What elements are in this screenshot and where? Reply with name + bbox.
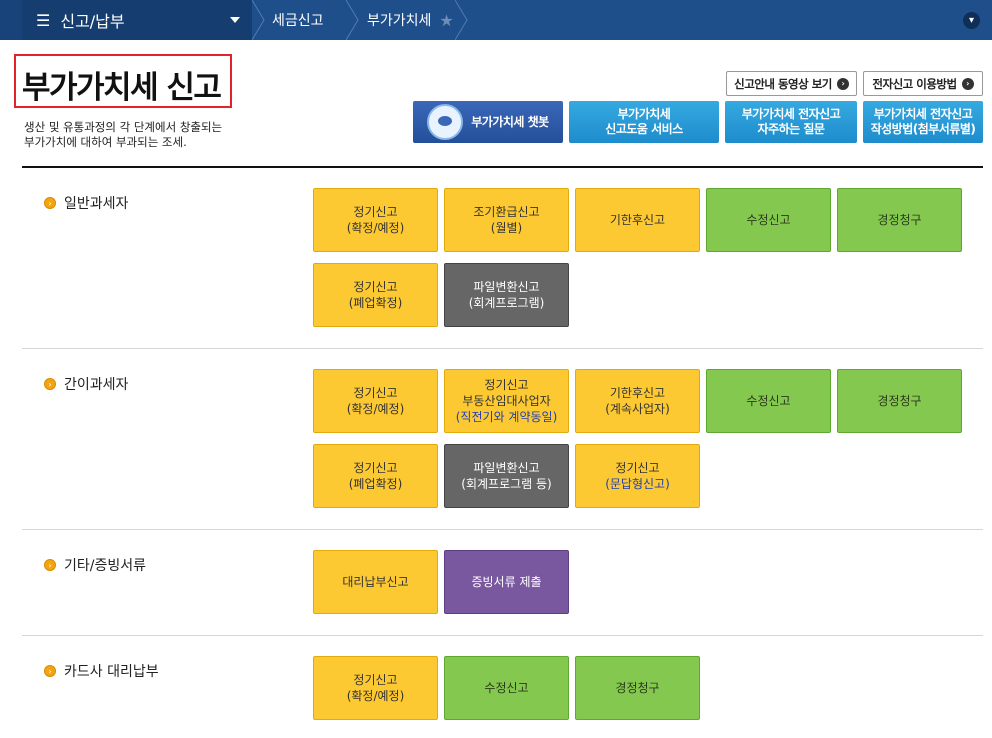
tile-correction-claim[interactable]: 경정청구 [837, 188, 962, 252]
section-label-text: 일반과세자 [64, 196, 129, 212]
section-label-text: 간이과세자 [64, 377, 129, 393]
tile-highlight-text: (문답형신고) [605, 477, 670, 491]
tile-qa-filing[interactable]: 정기신고 (문답형신고) [575, 444, 700, 508]
tile-real-estate-lessor[interactable]: 정기신고 부동산임대사업자 (직전기와 계약동일) [444, 369, 569, 433]
tile-regular-filing[interactable]: 정기신고 (확정/예정) [313, 369, 438, 433]
section-divider [22, 635, 983, 636]
efile-howto-label: 전자신고 이용방법 [872, 76, 957, 91]
caret-down-icon [230, 17, 240, 23]
tile-correction-claim[interactable]: 경정청구 [575, 656, 700, 720]
tile-regular-filing[interactable]: 정기신고 (확정/예정) [313, 188, 438, 252]
vat-chatbot-button[interactable]: 부가가치세 챗봇 [413, 101, 563, 143]
breadcrumb-separator [346, 0, 359, 40]
section-label-other-docs: › 기타/증빙서류 [44, 555, 146, 575]
tile-text: 정기신고 부동산임대사업자 [462, 378, 551, 408]
tile-late-filing[interactable]: 기한후신고 (계속사업자) [575, 369, 700, 433]
efile-howto-button[interactable]: 전자신고 이용방법 › [863, 71, 983, 96]
section-label-card-proxy: › 카드사 대리납부 [44, 661, 159, 681]
chevron-right-icon: › [961, 77, 974, 90]
tile-amended-return[interactable]: 수정신고 [706, 369, 831, 433]
section-label-text: 기타/증빙서류 [64, 558, 146, 574]
tile-regular-filing[interactable]: 정기신고 (확정/예정) [313, 656, 438, 720]
section-divider-top [22, 166, 983, 168]
video-guide-button[interactable]: 신고안내 동영상 보기 › [726, 71, 857, 96]
tile-amended-return[interactable]: 수정신고 [706, 188, 831, 252]
vat-chatbot-label: 부가가치세 챗봇 [471, 114, 549, 129]
tile-late-filing[interactable]: 기한후신고 [575, 188, 700, 252]
section-label-general: › 일반과세자 [44, 193, 128, 213]
faq-button[interactable]: 부가가치세 전자신고 자주하는 질문 [725, 101, 857, 143]
chevron-down-icon[interactable]: ▾ [963, 12, 980, 29]
breadcrumb-separator [252, 0, 265, 40]
hamburger-icon: ☰ [36, 10, 51, 30]
chatbot-icon [427, 104, 464, 140]
bullet-arrow-icon: › [44, 559, 56, 571]
menu-dropdown-label: 신고/납부 [60, 12, 125, 31]
bullet-arrow-icon: › [44, 197, 56, 209]
tile-amended-return[interactable]: 수정신고 [444, 656, 569, 720]
tile-highlight-text: (직전기와 계약동일) [455, 410, 558, 424]
tile-closure-filing[interactable]: 정기신고 (폐업확정) [313, 263, 438, 327]
breadcrumb-item-vat[interactable]: 부가가치세 ★ [367, 0, 454, 40]
help-service-button[interactable]: 부가가치세 신고도움 서비스 [569, 101, 719, 143]
video-guide-label: 신고안내 동영상 보기 [734, 76, 832, 91]
breadcrumb-item-tax-filing[interactable]: 세금신고 [272, 0, 324, 40]
breadcrumb-separator [455, 0, 468, 40]
tile-file-conversion[interactable]: 파일변환신고 (회계프로그램) [444, 263, 569, 327]
menu-dropdown[interactable]: ☰ 신고/납부 [22, 0, 252, 40]
section-divider [22, 529, 983, 530]
top-nav-bar: ☰ 신고/납부 세금신고 부가가치세 ★ ▾ [0, 0, 992, 40]
tile-proxy-payment[interactable]: 대리납부신고 [313, 550, 438, 614]
page-description: 생산 및 유통과정의 각 단계에서 창출되는 부가가치에 대하여 부과되는 조세… [24, 120, 223, 149]
tile-file-conversion[interactable]: 파일변환신고 (회계프로그램 등) [444, 444, 569, 508]
tile-early-refund[interactable]: 조기환급신고 (월별) [444, 188, 569, 252]
star-icon[interactable]: ★ [439, 11, 453, 30]
bullet-arrow-icon: › [44, 665, 56, 677]
tile-text: 정기신고 [615, 461, 660, 475]
chevron-right-icon: › [836, 77, 849, 90]
tile-correction-claim[interactable]: 경정청구 [837, 369, 962, 433]
tile-closure-filing[interactable]: 정기신고 (폐업확정) [313, 444, 438, 508]
breadcrumb-label: 부가가치세 [367, 13, 432, 29]
page-title: 부가가치세 신고 [22, 70, 222, 106]
section-divider [22, 348, 983, 349]
nav-left-strip [0, 0, 22, 40]
section-label-simplified: › 간이과세자 [44, 374, 128, 394]
tile-submit-evidence[interactable]: 증빙서류 제출 [444, 550, 569, 614]
bullet-arrow-icon: › [44, 378, 56, 390]
section-label-text: 카드사 대리납부 [64, 664, 159, 680]
howto-docs-button[interactable]: 부가가치세 전자신고 작성방법(첨부서류별) [863, 101, 983, 143]
